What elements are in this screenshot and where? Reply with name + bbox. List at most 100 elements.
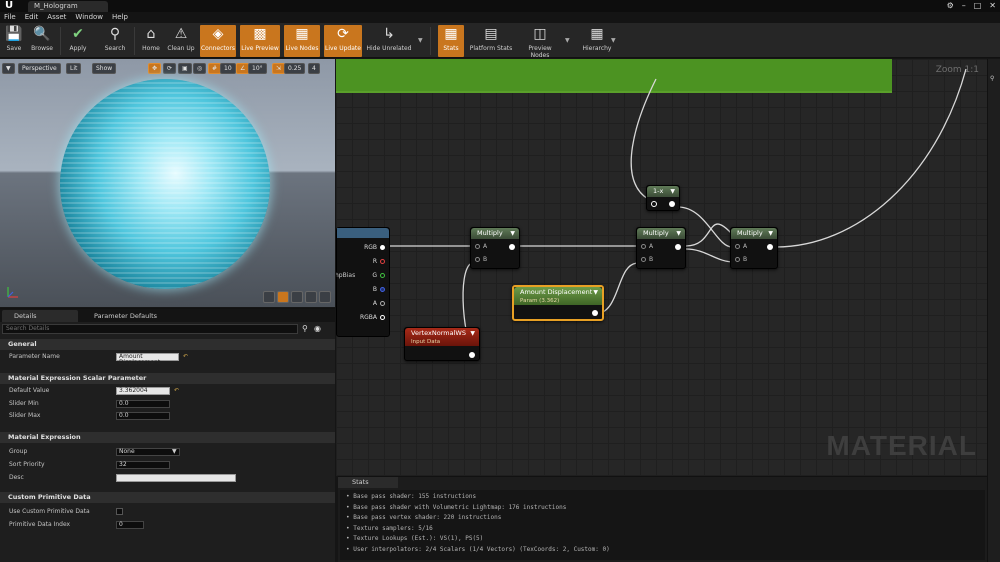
rotation-snap-value[interactable]: 10° (248, 63, 267, 74)
input-pin[interactable] (651, 201, 657, 207)
tab-parameter-defaults[interactable]: Parameter Defaults (82, 310, 172, 322)
close-icon[interactable]: ✕ (989, 0, 996, 12)
pin-b[interactable]: B (641, 256, 653, 263)
preview-nodes-dropdown-icon[interactable]: ▼ (565, 37, 570, 44)
plane-preview-icon[interactable] (291, 291, 303, 303)
palette-panel[interactable]: ⚲ (987, 59, 1000, 562)
live-nodes-button[interactable]: ▦ Live Nodes (284, 25, 320, 57)
row-use-custom-primitive: Use Custom Primitive Data (0, 506, 335, 518)
reset-arrow-icon[interactable]: ↶ (183, 353, 188, 360)
translate-tool-icon[interactable]: ✥ (148, 63, 162, 74)
pin-rgb[interactable]: RGB (364, 244, 385, 251)
menu-asset[interactable]: Asset (47, 12, 66, 23)
clean-up-button[interactable]: ⚠ Clean Up (166, 25, 196, 57)
tab-details[interactable]: Details (2, 310, 78, 322)
preview-viewport[interactable]: ▼ Perspective Lit Show ✥ ⟳ ▣ ◎ # 10 ∠ 10… (0, 59, 335, 307)
hide-unrelated-button[interactable]: ↳ Hide Unrelated (366, 25, 412, 57)
home-button[interactable]: ⌂ Home (138, 25, 164, 57)
world-space-icon[interactable]: ◎ (193, 63, 207, 74)
sphere-preview-icon[interactable] (277, 291, 289, 303)
pin-rgba[interactable]: RGBA (360, 314, 385, 321)
pin-b[interactable]: B (373, 286, 385, 293)
pin-a[interactable]: A (641, 243, 653, 250)
hierarchy-button[interactable]: ▦ Hierarchy (580, 25, 614, 57)
menu-help[interactable]: Help (112, 12, 128, 23)
home-label: Home (142, 45, 160, 52)
section-material-expression[interactable]: Material Expression (0, 432, 335, 443)
teapot-preview-icon[interactable] (319, 291, 331, 303)
asset-tab[interactable]: M_Hologram (28, 1, 108, 12)
hide-unrelated-dropdown-icon[interactable]: ▼ (418, 37, 423, 44)
search-button[interactable]: ⚲ Search (100, 25, 130, 57)
minimize-icon[interactable]: – (962, 0, 966, 12)
primitive-index-field[interactable]: 0 (116, 521, 144, 529)
viewport-options-button[interactable]: ▼ (2, 63, 15, 74)
output-pin[interactable] (675, 244, 681, 250)
rotate-tool-icon[interactable]: ⟳ (163, 63, 177, 74)
section-custom-primitive-data[interactable]: Custom Primitive Data (0, 492, 335, 503)
output-pin[interactable] (509, 244, 515, 250)
grid-snap-value[interactable]: 10 (220, 63, 236, 74)
texture-sample-node[interactable]: hpBias RGB R G B A RGBA (336, 227, 390, 337)
settings-icon[interactable]: ⚙ (947, 0, 954, 12)
pin-b[interactable]: B (735, 256, 747, 263)
section-general[interactable]: General (0, 339, 335, 350)
preview-nodes-button[interactable]: ◫ Preview Nodes (518, 25, 562, 59)
one-minus-node[interactable]: 1-x ▼ (646, 185, 680, 211)
browse-label: Browse (31, 45, 53, 52)
connectors-button[interactable]: ◈ Connectors (200, 25, 236, 57)
lit-button[interactable]: Lit (66, 63, 82, 74)
multiply-node-1[interactable]: Multiply ▼ A B (470, 227, 520, 269)
live-preview-button[interactable]: ▩ Live Preview (240, 25, 280, 57)
multiply-node-2[interactable]: Multiply ▼ A B (636, 227, 686, 269)
slider-min-field[interactable]: 0.0 (116, 400, 170, 408)
apply-button[interactable]: ✔ Apply (64, 25, 92, 57)
pin-a[interactable]: A (373, 300, 385, 307)
viewport-toolbar: ▼ Perspective Lit Show ✥ ⟳ ▣ ◎ # 10 ∠ 10… (0, 63, 335, 75)
live-update-button[interactable]: ⟳ Live Update (324, 25, 362, 57)
menu-file[interactable]: File (4, 12, 16, 23)
palette-search-icon[interactable]: ⚲ (990, 75, 994, 82)
cylinder-preview-icon[interactable] (263, 291, 275, 303)
eye-icon[interactable]: ◉ (314, 324, 321, 333)
amount-displacement-node[interactable]: Amount Displacement ▼ Param (3.362) (512, 285, 604, 321)
menu-window[interactable]: Window (75, 12, 103, 23)
section-scalar-parameter[interactable]: Material Expression Scalar Parameter (0, 373, 335, 384)
multiply-node-3[interactable]: Multiply ▼ A B (730, 227, 778, 269)
pin-a[interactable]: A (735, 243, 747, 250)
desc-field[interactable] (116, 474, 236, 482)
hierarchy-dropdown-icon[interactable]: ▼ (611, 37, 616, 44)
save-button[interactable]: 💾 Save (2, 25, 26, 57)
camera-speed-value[interactable]: 4 (308, 63, 320, 74)
scale-tool-icon[interactable]: ▣ (178, 63, 192, 74)
use-custom-primitive-checkbox[interactable] (116, 508, 123, 515)
pin-r[interactable]: R (373, 258, 385, 265)
slider-max-field[interactable]: 0.0 (116, 412, 170, 420)
output-pin[interactable] (767, 244, 773, 250)
sort-priority-field[interactable]: 32 (116, 461, 170, 469)
material-graph[interactable]: Zoom 1:1 MATERIAL hpBias RGB R G B A RGB… (336, 59, 987, 476)
pin-r-label: R (372, 258, 377, 265)
menu-edit[interactable]: Edit (25, 12, 39, 23)
cube-preview-icon[interactable] (305, 291, 317, 303)
default-value-field[interactable]: 3.362004 (116, 387, 170, 395)
browse-button[interactable]: 🔍 Browse (28, 25, 56, 57)
details-search-input[interactable]: Search Details (2, 324, 298, 334)
reset-arrow-icon[interactable]: ↶ (174, 387, 179, 394)
show-button[interactable]: Show (92, 63, 117, 74)
perspective-button[interactable]: Perspective (18, 63, 61, 74)
pin-b[interactable]: B (475, 256, 487, 263)
maximize-icon[interactable]: □ (974, 0, 982, 12)
stats-button[interactable]: ▦ Stats (438, 25, 464, 57)
output-pin[interactable] (592, 310, 598, 316)
platform-stats-button[interactable]: ▤ Platform Stats (468, 25, 514, 57)
output-pin[interactable] (669, 201, 675, 207)
pin-g[interactable]: G (372, 272, 385, 279)
tab-stats[interactable]: Stats (338, 477, 398, 488)
group-dropdown[interactable]: None (116, 448, 180, 456)
scale-snap-value[interactable]: 0.25 (284, 63, 306, 74)
pin-a[interactable]: A (475, 243, 487, 250)
vertex-normal-node[interactable]: VertexNormalWS ▼ Input Data (404, 327, 480, 361)
output-pin[interactable] (469, 352, 475, 358)
parameter-name-field[interactable]: Amount Displacement (116, 353, 179, 366)
